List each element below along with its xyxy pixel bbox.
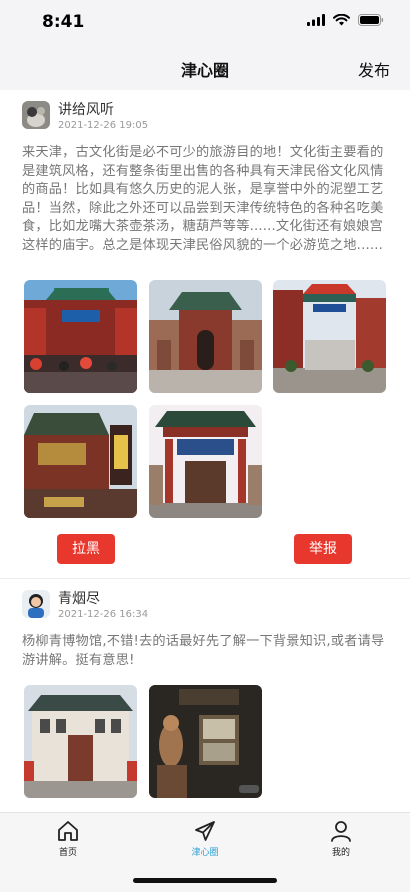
status-bar: 8:41 — [0, 0, 410, 44]
post-time: 2021-12-26 16:34 — [58, 609, 149, 620]
battery-icon — [358, 14, 384, 26]
post-time: 2021-12-26 19:05 — [58, 120, 149, 131]
post-text: 杨柳青博物馆,不错!去的话最好先了解一下背景知识,或者请导游讲解。挺有意思! — [22, 634, 385, 668]
photo-thumbnail[interactable] — [273, 280, 386, 393]
user-name[interactable]: 青烟尽 — [58, 588, 100, 608]
home-indicator — [133, 878, 277, 883]
report-button[interactable]: 举报 — [294, 534, 352, 564]
publish-button[interactable]: 发布 — [358, 57, 390, 81]
tab-circle-label: 津心圈 — [191, 848, 219, 858]
status-icons — [307, 14, 384, 26]
page-title: 津心圈 — [180, 61, 229, 80]
photo-thumbnail[interactable] — [149, 405, 262, 518]
signal-icon — [307, 14, 325, 26]
photo-thumbnail[interactable] — [149, 280, 262, 393]
photo-thumbnail[interactable] — [24, 280, 137, 393]
tab-home[interactable]: 首页 — [28, 819, 108, 858]
wifi-icon — [333, 14, 350, 26]
photo-thumbnail[interactable] — [24, 405, 137, 518]
post-text: 来天津，古文化街是必不可少的旅游目的地！文化街主要看的是建筑风格，还有整条街里出… — [22, 145, 384, 253]
avatar[interactable] — [22, 590, 50, 618]
tab-profile[interactable]: 我的 — [301, 819, 381, 858]
tab-bar: 首页 津心圈 我的 — [0, 812, 410, 892]
paper-plane-icon — [195, 821, 215, 841]
tab-circle[interactable]: 津心圈 — [165, 819, 245, 858]
user-name[interactable]: 讲给风听 — [58, 99, 114, 119]
block-button[interactable]: 拉黑 — [57, 534, 115, 564]
status-time: 8:41 — [42, 12, 85, 32]
avatar[interactable] — [22, 101, 50, 129]
photo-thumbnail[interactable] — [24, 685, 137, 798]
tab-home-label: 首页 — [58, 848, 77, 858]
tab-profile-label: 我的 — [331, 848, 350, 858]
home-icon — [58, 821, 78, 841]
post-card: 青烟尽 2021-12-26 16:34 杨柳青博物馆,不错!去的话最好先了解一… — [0, 579, 410, 812]
photo-thumbnail[interactable] — [149, 685, 262, 798]
nav-bar: 津心圈 发布 — [0, 44, 410, 90]
person-icon — [331, 821, 351, 842]
post-card: 讲给风听 2021-12-26 19:05 来天津，古文化街是必不可少的旅游目的… — [0, 90, 410, 578]
feed[interactable]: 讲给风听 2021-12-26 19:05 来天津，古文化街是必不可少的旅游目的… — [0, 90, 410, 812]
